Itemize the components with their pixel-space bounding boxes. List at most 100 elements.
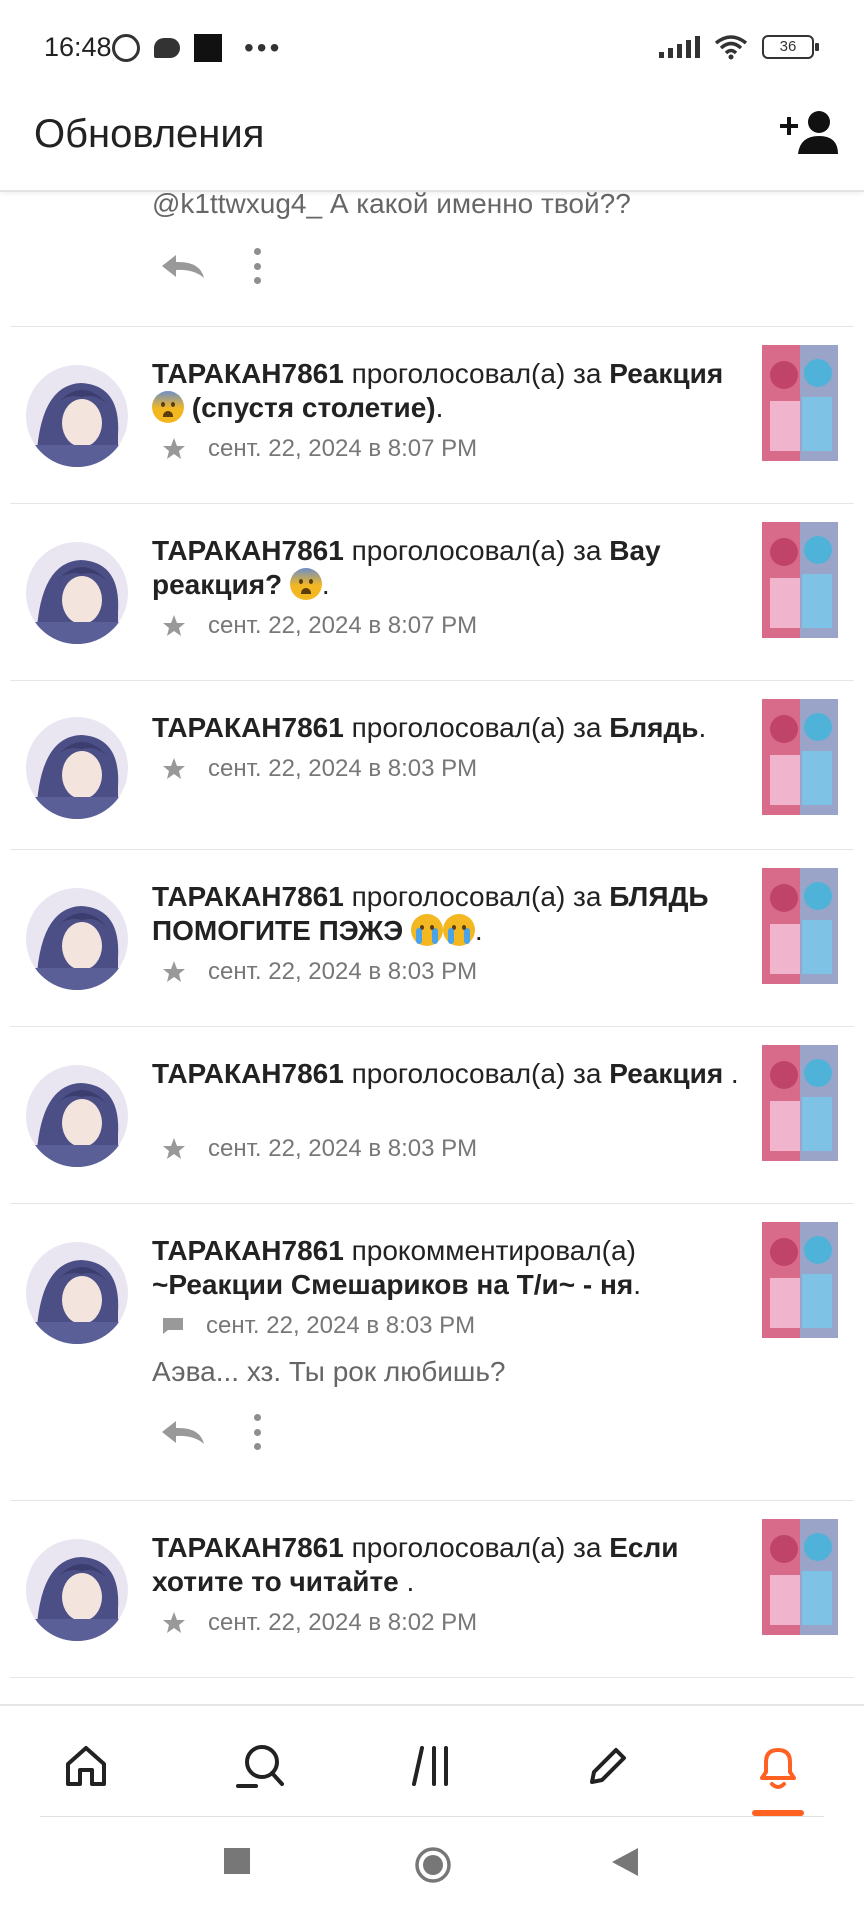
updates-feed[interactable]: @k1ttwxug4_ А какой именно твой?? ТАРАКА… xyxy=(0,192,864,1704)
punctuation: . xyxy=(723,1058,739,1089)
meta-row: сент. 22, 2024 в 8:03 PM xyxy=(162,1135,477,1163)
search-icon xyxy=(236,1745,284,1788)
add-user-button[interactable] xyxy=(778,108,840,158)
battery-icon: 36 xyxy=(762,35,819,59)
story-cover-thumbnail[interactable] xyxy=(762,699,838,815)
comment-text: Аэва... хз. Ты рок любишь? xyxy=(152,1356,506,1387)
user-avatar[interactable] xyxy=(26,1065,128,1167)
user-avatar[interactable] xyxy=(26,717,128,819)
story-cover-thumbnail[interactable] xyxy=(762,1519,838,1635)
meta-row: сент. 22, 2024 в 8:02 PM xyxy=(162,1609,477,1637)
fearful-face-emoji xyxy=(152,391,184,423)
action-text: проголосовал(а) за xyxy=(351,1532,602,1563)
action-text: проголосовал(а) за xyxy=(351,535,602,566)
nav-search-button[interactable] xyxy=(230,1736,290,1796)
status-time: 16:48 xyxy=(44,32,112,62)
username-link[interactable]: ТАРАКАН7861 xyxy=(152,712,344,743)
punctuation: . xyxy=(398,1566,415,1597)
user-avatar[interactable] xyxy=(26,1242,128,1344)
action-text: проголосовал(а) за xyxy=(351,712,602,743)
timestamp: сент. 22, 2024 в 8:02 PM xyxy=(208,1609,478,1636)
comment-icon xyxy=(163,1318,183,1334)
username-link[interactable]: ТАРАКАН7861 xyxy=(152,881,344,912)
punctuation: . xyxy=(474,915,483,946)
username-link[interactable]: ТАРАКАН7861 xyxy=(152,1532,344,1563)
bottom-navigation xyxy=(0,1704,864,1818)
feed-item[interactable]: ТАРАКАН7861 проголосовал(а) за Блядь. се… xyxy=(0,681,864,849)
username-link[interactable]: ТАРАКАН7861 xyxy=(152,535,344,566)
reply-button[interactable] xyxy=(158,251,208,281)
more-options-button[interactable] xyxy=(252,1414,262,1450)
meta-row: сент. 22, 2024 в 8:07 PM xyxy=(162,612,477,640)
user-avatar[interactable] xyxy=(26,365,128,467)
home-system-button[interactable] xyxy=(414,1846,452,1884)
action-text: прокомментировал(а) xyxy=(351,1235,636,1266)
reply-button[interactable] xyxy=(158,1417,208,1447)
timestamp: сент. 22, 2024 в 8:07 PM xyxy=(208,612,478,639)
feed-item[interactable]: ТАРАКАН7861 проголосовал(а) за Реакция (… xyxy=(0,327,864,503)
activity-text: ТАРАКАН7861 проголосовал(а) за БЛЯДЬ ПОМ… xyxy=(152,880,742,948)
action-text: проголосовал(а) за xyxy=(351,881,602,912)
recent-apps-button[interactable] xyxy=(224,1848,250,1874)
story-cover-thumbnail[interactable] xyxy=(762,345,838,461)
activity-text: ТАРАКАН7861 проголосовал(а) за Если хоти… xyxy=(152,1531,742,1599)
home-icon xyxy=(66,1746,106,1786)
user-avatar[interactable] xyxy=(26,542,128,644)
feed-item[interactable]: ТАРАКАН7861 прокомментировал(а) ~Реакции… xyxy=(0,1204,864,1492)
nav-notifications-button[interactable] xyxy=(748,1736,808,1796)
viber-icon xyxy=(112,34,140,62)
crying-face-emoji xyxy=(410,914,443,946)
story-title-link[interactable]: Реакция xyxy=(609,358,723,389)
meta-row: сент. 22, 2024 в 8:07 PM xyxy=(162,435,477,463)
punctuation: . xyxy=(435,392,444,423)
punctuation: . xyxy=(321,569,330,600)
divider xyxy=(40,1816,824,1817)
system-navigation-bar xyxy=(0,1818,864,1920)
page-title: Обновления xyxy=(34,112,265,156)
activity-text: ТАРАКАН7861 проголосовал(а) за Блядь. xyxy=(152,711,742,745)
meta-row: сент. 22, 2024 в 8:03 PM xyxy=(162,958,477,986)
username-link[interactable]: ТАРАКАН7861 xyxy=(152,358,344,389)
story-title-link[interactable]: Реакция xyxy=(609,1058,723,1089)
timestamp: сент. 22, 2024 в 8:03 PM xyxy=(208,755,478,782)
nav-home-button[interactable] xyxy=(56,1736,116,1796)
user-avatar[interactable] xyxy=(26,1539,128,1641)
story-cover-thumbnail[interactable] xyxy=(762,868,838,984)
system-status-icons: 36 xyxy=(659,34,819,60)
feed-item[interactable]: ТАРАКАН7861 проголосовал(а) за Если хоти… xyxy=(0,1501,864,1677)
user-avatar[interactable] xyxy=(26,888,128,990)
timestamp: сент. 22, 2024 в 8:03 PM xyxy=(208,1135,478,1162)
username-link[interactable]: ТАРАКАН7861 xyxy=(152,1058,344,1089)
feed-item[interactable]: ТАРАКАН7861 проголосовал(а) за Вау реакц… xyxy=(0,504,864,680)
meta-row: сент. 22, 2024 в 8:03 PM xyxy=(162,1312,475,1340)
action-text: проголосовал(а) за xyxy=(351,358,602,389)
star-icon xyxy=(163,438,185,459)
nav-write-button[interactable] xyxy=(578,1736,638,1796)
activity-text: ТАРАКАН7861 проголосовал(а) за Вау реакц… xyxy=(152,534,742,602)
back-button[interactable] xyxy=(612,1848,638,1876)
timestamp: сент. 22, 2024 в 8:03 PM xyxy=(206,1312,476,1339)
signal-icon xyxy=(659,36,700,58)
comment-actions xyxy=(158,1414,262,1450)
status-bar: 16:48 ••• 36 xyxy=(0,0,864,96)
story-title-suffix[interactable]: (спустя столетие) xyxy=(192,392,436,423)
story-cover-thumbnail[interactable] xyxy=(762,1222,838,1338)
fearful-face-emoji xyxy=(289,568,322,600)
meta-row: сент. 22, 2024 в 8:03 PM xyxy=(162,755,477,783)
more-notifications-icon: ••• xyxy=(244,32,283,63)
punctuation: . xyxy=(633,1269,642,1300)
activity-text: ТАРАКАН7861 проголосовал(а) за Реакция (… xyxy=(152,357,742,425)
nav-library-button[interactable] xyxy=(404,1736,464,1796)
feed-item[interactable]: ТАРАКАН7861 проголосовал(а) за Реакция .… xyxy=(0,1027,864,1203)
feed-item[interactable]: ТАРАКАН7861 проголосовал(а) за БЛЯДЬ ПОМ… xyxy=(0,850,864,1026)
crying-face-emoji xyxy=(442,914,475,946)
wifi-icon xyxy=(714,35,748,60)
divider xyxy=(10,1677,854,1678)
chat-icon xyxy=(154,38,180,58)
story-cover-thumbnail[interactable] xyxy=(762,1045,838,1161)
story-cover-thumbnail[interactable] xyxy=(762,522,838,638)
story-title-link[interactable]: Блядь xyxy=(609,712,698,743)
more-options-button[interactable] xyxy=(252,248,262,284)
story-title-link[interactable]: ~Реакции Смешариков на Т/и~ - ня xyxy=(152,1269,633,1300)
username-link[interactable]: ТАРАКАН7861 xyxy=(152,1235,344,1266)
